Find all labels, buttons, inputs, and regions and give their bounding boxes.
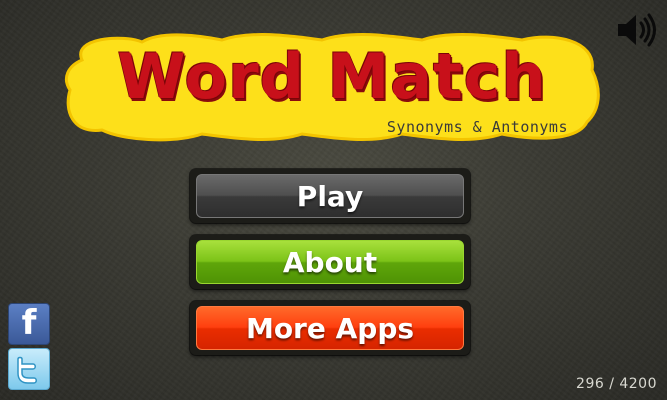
more-apps-button[interactable]: More Apps [190, 301, 470, 355]
about-button[interactable]: About [190, 235, 470, 289]
facebook-button[interactable]: f [8, 303, 50, 345]
logo-subtitle: Synonyms & Antonyms [386, 118, 568, 136]
twitter-button[interactable] [8, 348, 50, 390]
facebook-icon: f [21, 303, 37, 343]
twitter-icon [17, 356, 37, 384]
speaker-volume-icon[interactable] [615, 12, 657, 48]
more-apps-button-label: More Apps [196, 306, 464, 350]
logo-title: Word Match [117, 40, 547, 113]
progress-counter: 296 / 4200 [576, 376, 657, 392]
game-logo: Word Match Synonyms & Antonyms [62, 30, 602, 142]
about-button-label: About [196, 240, 464, 284]
play-button[interactable]: Play [190, 169, 470, 223]
play-button-label: Play [196, 174, 464, 218]
